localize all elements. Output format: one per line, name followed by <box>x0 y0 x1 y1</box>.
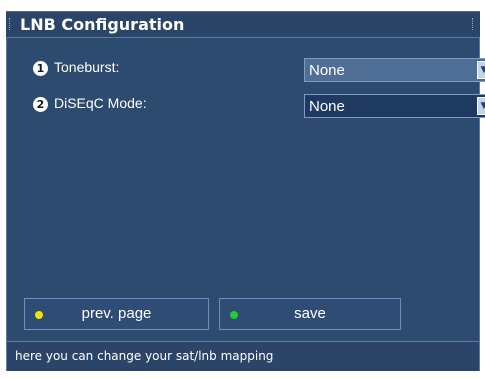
toneburst-value: None <box>309 62 345 79</box>
toneburst-select[interactable]: None ▼ <box>304 58 485 82</box>
prev-page-label: prev. page <box>81 305 152 322</box>
option-row-diseqc: 2 DiSEqC Mode: None ▼ <box>33 94 485 118</box>
toneburst-label: Toneburst: <box>54 59 120 75</box>
help-text: here you can change your sat/lnb mapping <box>15 349 274 363</box>
save-label: save <box>294 305 326 322</box>
prev-page-button[interactable]: prev. page <box>24 298 209 330</box>
save-button[interactable]: save <box>219 298 401 330</box>
config-panel: 1 Toneburst: None ▼ 2 DiSEqC Mode: None … <box>6 37 485 371</box>
option-row-toneburst: 1 Toneburst: None ▼ <box>33 58 485 82</box>
title-bar: LNB Configuration <box>6 11 480 37</box>
window-title: LNB Configuration <box>20 15 185 34</box>
number-badge-2: 2 <box>33 97 48 112</box>
diseqc-mode-label: DiSEqC Mode: <box>54 95 147 111</box>
diseqc-mode-select[interactable]: None ▼ <box>304 94 485 118</box>
status-bar: here you can change your sat/lnb mapping <box>7 341 479 371</box>
number-badge-1: 1 <box>33 61 48 76</box>
chevron-down-icon[interactable]: ▼ <box>477 61 485 79</box>
chevron-down-icon[interactable]: ▼ <box>477 97 485 115</box>
title-grip-left <box>9 18 13 30</box>
title-grip-right <box>472 18 476 30</box>
diseqc-mode-value: None <box>309 98 345 115</box>
